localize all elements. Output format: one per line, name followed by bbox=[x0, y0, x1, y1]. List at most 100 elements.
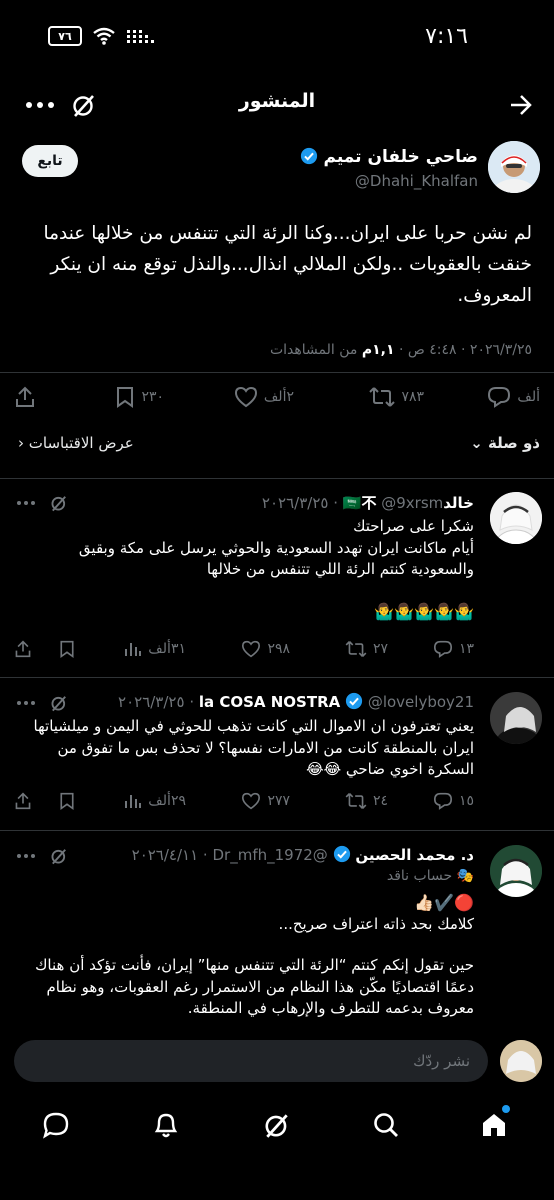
reply-text-line: 🤷‍♂️🤷‍♂️🤷‍♂️🤷‍♂️🤷‍♂️ bbox=[374, 601, 474, 621]
views-action[interactable]: ٢٩ألف bbox=[124, 792, 186, 810]
reply-header: la COSA NOSTRA @lovelyboy21 · ٢٠٢٦/٣/٢٥ bbox=[118, 692, 474, 711]
reply-text-line: 🔴✔️👍🏻 bbox=[414, 893, 474, 912]
reply-author-handle[interactable]: @Dr_mfh_1972 bbox=[212, 846, 327, 864]
search-icon[interactable] bbox=[368, 1107, 404, 1143]
reply-count: ١٥ bbox=[458, 793, 474, 809]
sort-dropdown[interactable]: ذو صلة ⌄ bbox=[470, 434, 540, 452]
like-count: ٢٩٨ bbox=[267, 641, 290, 657]
author-handle[interactable]: @Dhahi_Khalfan bbox=[355, 172, 478, 190]
messages-icon[interactable] bbox=[38, 1107, 74, 1143]
reply-author-name[interactable]: د. محمد الحصين bbox=[355, 846, 474, 864]
theater-masks-icon: 🎭 bbox=[456, 868, 474, 884]
reply-avatar[interactable] bbox=[490, 692, 542, 744]
repost-count: ٧٨٣ bbox=[401, 389, 424, 405]
home-icon[interactable] bbox=[476, 1105, 512, 1143]
grok-icon[interactable] bbox=[48, 492, 70, 514]
page-title: المنشور bbox=[238, 90, 316, 112]
like-action[interactable]: ٢٧٧ bbox=[241, 792, 290, 810]
like-action[interactable]: ٢٩٨ bbox=[241, 640, 290, 658]
post-meta: ٢٠٢٦/٣/٢٥ · ٤:٤٨ ص · ١,١م من المشاهدات bbox=[269, 342, 532, 358]
repost-action[interactable]: ٢٤ bbox=[345, 792, 388, 810]
back-arrow-icon[interactable] bbox=[506, 90, 536, 120]
bookmark-action[interactable] bbox=[58, 640, 76, 658]
reply-icon bbox=[433, 792, 452, 810]
reply-header: د. محمد الحصين @Dr_mfh_1972 · ٢٠٢٦/٤/١١ bbox=[131, 845, 474, 864]
notifications-bell-icon[interactable] bbox=[148, 1107, 184, 1143]
reply-avatar[interactable] bbox=[490, 845, 542, 897]
reply-text-line: حين تقول إنكم كنتم “الرئة التي تتنفس منه… bbox=[35, 956, 474, 1017]
signal-icon bbox=[127, 30, 154, 43]
grok-icon[interactable] bbox=[48, 845, 70, 867]
reply-text-line: شكرا على صراحتك bbox=[353, 517, 474, 535]
sort-label: ذو صلة bbox=[488, 434, 540, 452]
divider bbox=[0, 830, 554, 831]
replies-bar: ذو صلة ⌄ عرض الاقتباسات ‹ bbox=[0, 432, 554, 462]
view-quotes-link[interactable]: عرض الاقتباسات ‹ bbox=[18, 434, 134, 452]
heart-icon bbox=[242, 792, 261, 810]
reply-action[interactable]: ١٥ bbox=[433, 792, 474, 810]
views-action[interactable]: ٣١ألف bbox=[124, 640, 186, 658]
like-action[interactable]: ٢ألف bbox=[234, 386, 294, 408]
reply-action[interactable]: ١٣ bbox=[433, 640, 474, 658]
reply-text-line bbox=[14, 935, 474, 955]
divider bbox=[0, 478, 554, 479]
share-action[interactable] bbox=[14, 386, 36, 408]
share-action[interactable] bbox=[14, 792, 32, 810]
more-options-icon[interactable] bbox=[14, 845, 38, 867]
grok-icon[interactable] bbox=[48, 692, 70, 714]
bottom-nav bbox=[0, 1095, 554, 1155]
repost-icon bbox=[369, 387, 396, 407]
bookmark-action[interactable]: ٢٣٠ bbox=[115, 386, 164, 408]
reply-input[interactable]: نشر ردّك bbox=[14, 1040, 488, 1082]
gesture-area bbox=[0, 1160, 554, 1200]
more-options-icon[interactable] bbox=[14, 692, 38, 714]
reply-avatar[interactable] bbox=[490, 492, 542, 544]
reply-actions: ١٥ ٢٤ ٢٧٧ ٢٩ألف bbox=[0, 790, 554, 830]
chevron-down-icon: ⌄ bbox=[470, 434, 483, 452]
author-avatar[interactable] bbox=[488, 141, 540, 193]
repost-action[interactable]: ٧٨٣ bbox=[369, 386, 424, 408]
reply-text: شكرا على صراحتك أيام ماكانت ايران تهدد ا… bbox=[14, 516, 474, 622]
reply-author-handle[interactable]: @9xrsm bbox=[381, 494, 443, 512]
reply-icon bbox=[488, 387, 511, 408]
bookmark-icon bbox=[117, 387, 134, 408]
verified-badge-icon bbox=[301, 147, 318, 165]
bookmark-count: ٢٣٠ bbox=[141, 389, 164, 405]
heart-icon bbox=[234, 386, 257, 408]
share-action[interactable] bbox=[14, 640, 32, 658]
repost-action[interactable]: ٢٧ bbox=[345, 640, 388, 658]
follow-button[interactable]: تابع bbox=[22, 145, 78, 177]
reply-icon bbox=[433, 640, 452, 658]
reply-text-line: يعني تعترفون ان الاموال التي كانت تذهب ل… bbox=[33, 717, 474, 778]
reply-author-handle[interactable]: @lovelyboy21 bbox=[368, 693, 474, 711]
share-icon bbox=[15, 640, 31, 658]
battery-icon: ٧٦ bbox=[48, 26, 82, 46]
reply-author-name[interactable]: la COSA NOSTRA bbox=[199, 693, 340, 711]
like-count: ٢٧٧ bbox=[267, 793, 290, 809]
quotes-label: عرض الاقتباسات bbox=[28, 434, 134, 452]
reply-text-line bbox=[14, 581, 474, 601]
reply-text-line: كلامك بحد ذاته اعتراف صريح... bbox=[278, 914, 474, 933]
top-header: المنشور bbox=[0, 80, 554, 130]
reply-count: ١٣ bbox=[458, 641, 474, 657]
reply-action[interactable]: ألف bbox=[487, 386, 540, 408]
bookmark-action[interactable] bbox=[58, 792, 76, 810]
divider bbox=[0, 677, 554, 678]
share-icon bbox=[15, 792, 31, 810]
repost-icon bbox=[345, 641, 367, 657]
my-avatar[interactable] bbox=[500, 1040, 542, 1082]
author-name[interactable]: ضاحي خلفان تميم bbox=[324, 147, 478, 167]
critic-badge: 🎭 حساب ناقد bbox=[387, 868, 474, 884]
status-bar: ٧:١٦ ٧٦ bbox=[0, 0, 554, 70]
status-time: ٧:١٦ bbox=[425, 24, 468, 49]
reply-text: يعني تعترفون ان الاموال التي كانت تذهب ل… bbox=[14, 716, 474, 781]
author-name-row: ضاحي خلفان تميم bbox=[300, 147, 478, 167]
repost-count: ٢٧ bbox=[372, 641, 388, 657]
grok-icon[interactable] bbox=[259, 1107, 295, 1143]
view-count: ٣١ألف bbox=[148, 641, 186, 657]
share-icon bbox=[16, 386, 34, 407]
reply-actions: ١٣ ٢٧ ٢٩٨ ٣١ألف bbox=[0, 638, 554, 678]
reply-date: ٢٠٢٦/٤/١١ bbox=[131, 846, 199, 864]
more-options-icon[interactable] bbox=[14, 492, 38, 514]
verified-badge-icon bbox=[333, 845, 350, 863]
